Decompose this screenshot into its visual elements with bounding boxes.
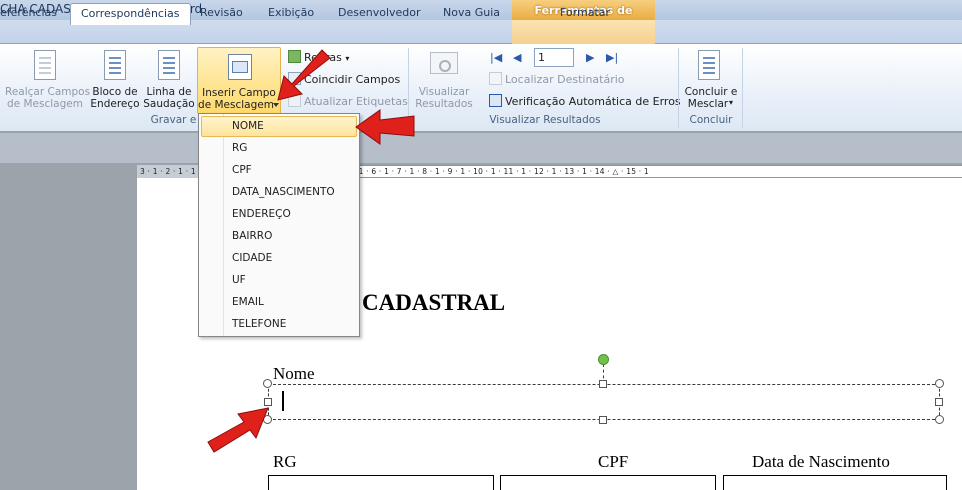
label-rg: RG xyxy=(273,452,297,471)
menu-item-nome[interactable]: NOME xyxy=(201,116,357,137)
highlight-fields-label-1: Realçar Campos xyxy=(5,86,91,98)
finish-merge-button[interactable]: Concluir e Mesclar ▾ xyxy=(682,48,740,112)
address-block-label-2: Endereço xyxy=(90,98,140,110)
tab-nova-guia[interactable]: Nova Guia xyxy=(433,3,510,24)
menu-item-endereco[interactable]: ENDEREÇO xyxy=(201,204,357,225)
group-separator xyxy=(678,48,679,128)
text-cursor xyxy=(282,391,284,411)
chevron-down-icon: ▾ xyxy=(345,54,350,63)
rotation-handle[interactable] xyxy=(598,354,609,365)
cpf-text-box[interactable] xyxy=(500,475,716,490)
preview-results-label-1: Visualizar xyxy=(418,86,470,98)
tab-formatar[interactable]: Formatar xyxy=(550,3,620,24)
menu-item-telefone[interactable]: TELEFONE xyxy=(201,314,357,335)
tab-referencias[interactable]: eferências xyxy=(0,3,67,24)
resize-handle-top-right[interactable] xyxy=(935,379,944,388)
insert-merge-field-icon xyxy=(228,54,252,80)
finish-merge-label-2: Mesclar xyxy=(687,98,729,110)
resize-handle-bottom-right[interactable] xyxy=(935,415,944,424)
finish-merge-icon xyxy=(698,50,720,80)
previous-record-icon[interactable]: ◀ xyxy=(513,51,521,64)
chevron-down-icon: ▾ xyxy=(729,98,734,107)
red-arrow-icon xyxy=(207,407,269,453)
rg-text-box[interactable] xyxy=(268,475,494,490)
highlight-merge-fields-button[interactable]: Realçar Campos de Mesclagem xyxy=(5,48,91,112)
find-recipient-label: Localizar Destinatário xyxy=(505,73,625,86)
red-arrow-icon xyxy=(277,49,331,101)
document-title: CADASTRAL xyxy=(362,290,506,315)
preview-results-label-2: Resultados xyxy=(415,98,473,110)
menu-item-rg[interactable]: RG xyxy=(201,138,357,159)
menu-item-cidade[interactable]: CIDADE xyxy=(201,248,357,269)
label-nome: Nome xyxy=(273,364,315,383)
insert-merge-field-label-1: Inserir Campo xyxy=(202,87,276,99)
group-label-visualizar: Visualizar Resultados xyxy=(489,114,601,126)
group-separator xyxy=(742,48,743,128)
insert-merge-field-button[interactable]: Inserir Campo de Mesclagem xyxy=(197,47,281,114)
menu-item-data-nascimento[interactable]: DATA_NASCIMENTO xyxy=(201,182,357,203)
resize-handle-top-left[interactable] xyxy=(263,379,272,388)
find-recipient-icon xyxy=(489,72,502,85)
greeting-line-icon xyxy=(158,50,180,80)
tab-revisao[interactable]: Revisão xyxy=(190,3,253,24)
auto-check-errors-label: Verificação Automática de Erros xyxy=(505,95,681,108)
menu-item-cpf[interactable]: CPF xyxy=(201,160,357,181)
first-record-icon[interactable]: |◀ xyxy=(490,51,502,64)
preview-results-button[interactable]: Visualizar Resultados xyxy=(414,48,474,112)
tab-correspondencias[interactable]: Correspondências xyxy=(70,3,191,25)
red-arrow-icon xyxy=(355,109,415,145)
menu-item-email[interactable]: EMAIL xyxy=(201,292,357,313)
tab-desenvolvedor[interactable]: Desenvolvedor xyxy=(328,3,431,24)
menu-item-bairro[interactable]: BAIRRO xyxy=(201,226,357,247)
last-record-icon[interactable]: ▶| xyxy=(606,51,618,64)
highlight-fields-icon xyxy=(34,50,56,80)
insert-merge-field-label-2: de Mesclagem xyxy=(198,99,274,111)
greeting-line-button[interactable]: Linha de Saudação xyxy=(143,48,195,112)
label-cpf: CPF xyxy=(598,452,629,471)
greeting-line-label-2: Saudação xyxy=(143,98,195,110)
group-label-concluir: Concluir xyxy=(689,114,733,126)
label-data-nascimento: Data de Nascimento xyxy=(752,452,890,471)
address-block-icon xyxy=(104,50,126,80)
finish-merge-label-1: Concluir e xyxy=(684,86,738,98)
resize-handle-top[interactable] xyxy=(599,380,607,388)
record-number-input[interactable]: 1 xyxy=(534,48,574,67)
resize-handle-bottom[interactable] xyxy=(599,416,607,424)
preview-results-icon xyxy=(430,52,458,74)
merge-field-dropdown: NOME RG CPF DATA_NASCIMENTO ENDEREÇO BAI… xyxy=(198,113,360,337)
find-recipient-button[interactable]: Localizar Destinatário xyxy=(489,71,625,89)
data-nascimento-text-box[interactable] xyxy=(723,475,947,490)
menu-item-uf[interactable]: UF xyxy=(201,270,357,291)
address-block-label-1: Bloco de xyxy=(92,86,138,98)
ruler-band xyxy=(0,133,962,163)
greeting-line-label-1: Linha de xyxy=(146,86,192,98)
resize-handle-right[interactable] xyxy=(935,398,943,406)
check-errors-icon xyxy=(489,94,502,107)
nome-text-box[interactable] xyxy=(268,384,940,420)
address-block-button[interactable]: Bloco de Endereço xyxy=(90,48,140,112)
auto-check-errors-button[interactable]: Verificação Automática de Erros xyxy=(489,93,681,111)
next-record-icon[interactable]: ▶ xyxy=(586,51,594,64)
highlight-fields-label-2: de Mesclagem xyxy=(7,98,83,110)
tab-exibicao[interactable]: Exibição xyxy=(258,3,324,24)
